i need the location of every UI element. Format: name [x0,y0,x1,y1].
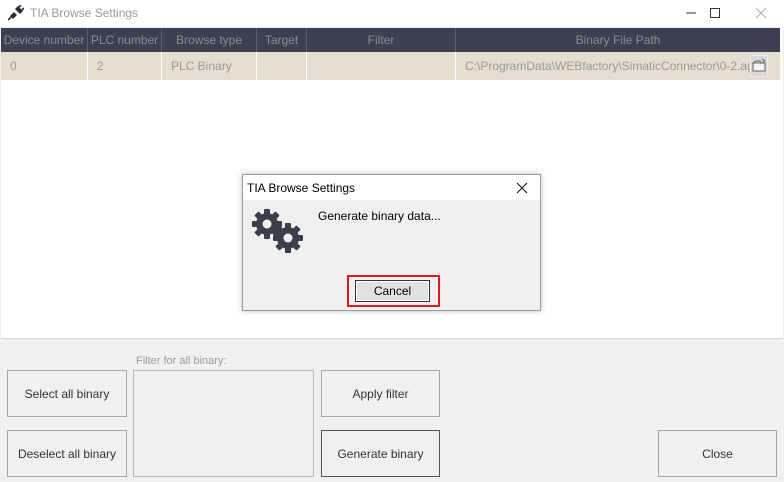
table-row[interactable]: 0 2 PLC Binary C:\ProgramData\WEBfactory… [1,52,780,80]
maximize-icon [710,8,720,18]
cancel-button[interactable]: Cancel [355,280,430,302]
window-title: TIA Browse Settings [30,6,139,20]
dialog-title: TIA Browse Settings [247,181,356,195]
filter-input[interactable] [133,370,314,477]
dialog-message: Generate binary data... [318,209,441,223]
cell-target[interactable] [257,52,307,80]
dialog-title-bar: TIA Browse Settings [243,175,540,200]
dialog-close-icon[interactable] [513,179,531,197]
gears-icon [252,209,303,253]
close-window-button[interactable] [738,0,784,27]
plug-icon [8,5,24,21]
folder-browse-icon [752,58,766,72]
close-icon [755,7,767,19]
cell-filter[interactable] [307,52,456,80]
progress-dialog: TIA Browse Settings Generate binary data… [242,174,541,311]
title-bar: TIA Browse Settings [0,0,784,27]
apply-filter-button[interactable]: Apply filter [321,370,440,417]
close-button[interactable]: Close [658,430,777,477]
generate-binary-button[interactable]: Generate binary [321,430,440,477]
column-header-device-number[interactable]: Device number [1,28,88,52]
column-header-filter[interactable]: Filter [307,28,456,52]
cell-binary-file-path[interactable]: C:\ProgramData\WEBfactory\SimaticConnect… [456,52,750,80]
cell-device-number[interactable]: 0 [1,52,88,80]
filter-label: Filter for all binary: [136,355,227,367]
column-header-browse-type[interactable]: Browse type [162,28,257,52]
select-all-binary-button[interactable]: Select all binary [7,370,127,417]
column-header-binary-file-path[interactable]: Binary File Path [456,28,780,52]
grid-header: Device number PLC number Browse type Tar… [1,28,780,52]
browse-file-button[interactable] [750,55,768,77]
column-header-plc-number[interactable]: PLC number [88,28,162,52]
cell-plc-number[interactable]: 2 [88,52,162,80]
column-header-target[interactable]: Target [257,28,307,52]
deselect-all-binary-button[interactable]: Deselect all binary [7,430,127,477]
maximize-button[interactable] [692,0,738,27]
cell-browse-type[interactable]: PLC Binary [162,52,257,80]
